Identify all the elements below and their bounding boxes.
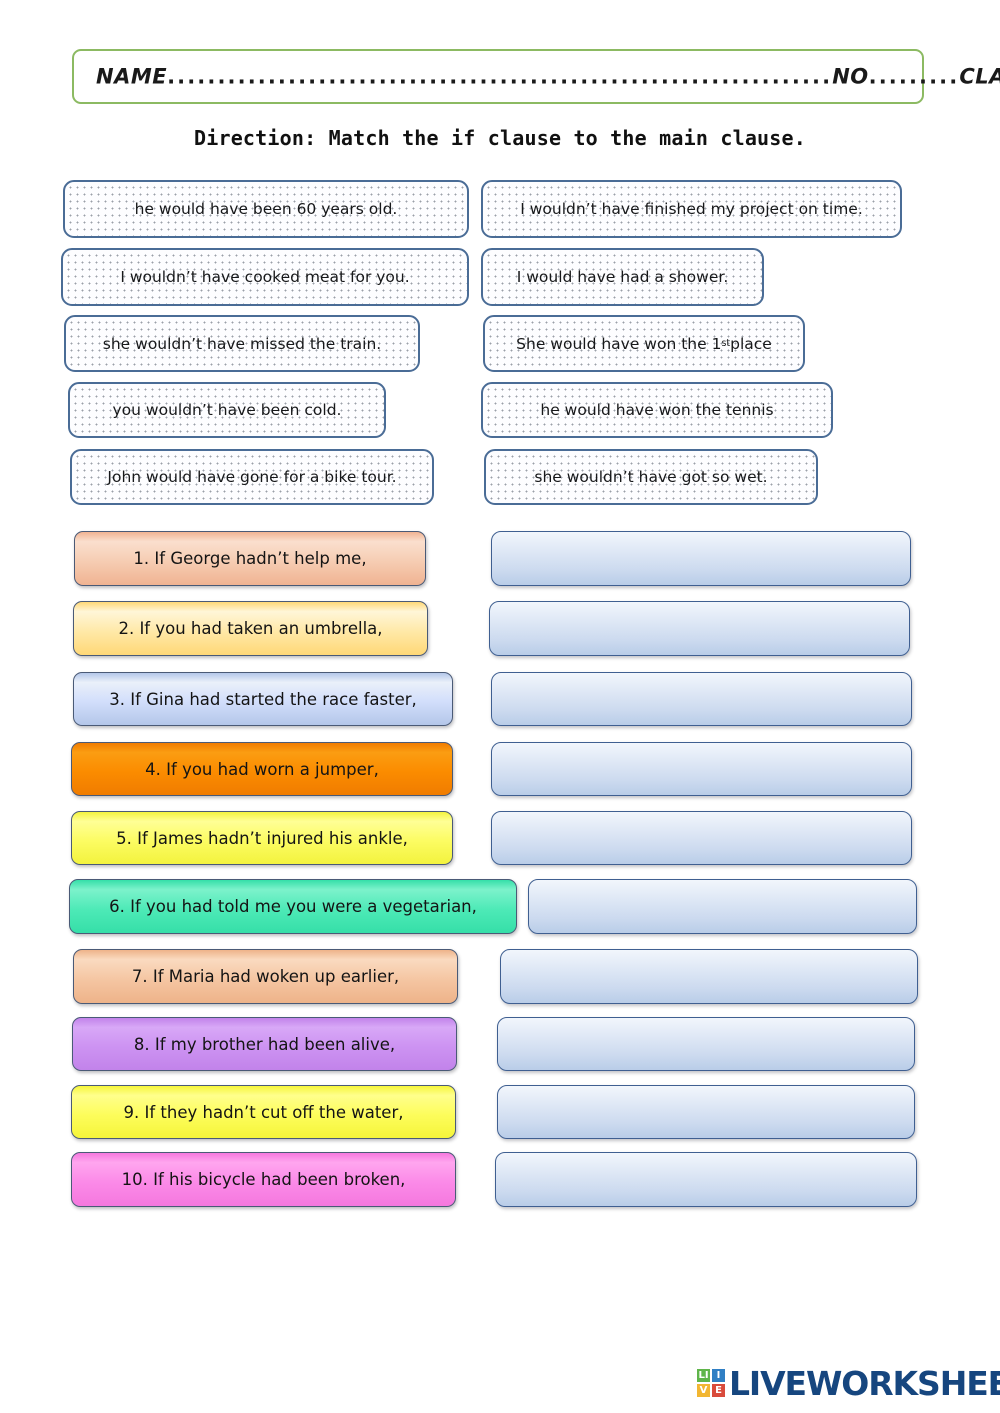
name-class-header-box: NAME....................................… [72,49,1000,104]
answer-drop-target[interactable] [528,879,917,934]
if-clause-prompt: 9. If they hadn’t cut off the water, [71,1085,456,1139]
if-clause-prompt: 10. If his bicycle had been broken, [71,1152,456,1207]
if-clause-prompt: 5. If James hadn’t injured his ankle, [71,811,453,865]
answer-drop-target[interactable] [491,811,912,865]
logo-tile-i: I [711,1368,726,1383]
class-label: CLASS [959,64,1000,89]
no-dots: ......... [868,64,960,89]
if-clause-prompt: 7. If Maria had woken up earlier, [73,949,458,1004]
name-class-line: NAME....................................… [96,64,1000,88]
logo-tile-v: V [696,1383,711,1398]
logo-tile-l: LI [696,1368,711,1383]
answer-tile[interactable]: he would have won the tennis [481,382,833,438]
answer-drop-target[interactable] [495,1152,917,1207]
answer-tile[interactable]: I wouldn’t have finished my project on t… [481,180,902,238]
answer-drop-target[interactable] [491,742,912,796]
answer-tile[interactable]: she wouldn’t have got so wet. [484,449,818,505]
answer-tile[interactable]: she wouldn’t have missed the train. [64,315,420,372]
if-clause-prompt: 8. If my brother had been alive, [72,1017,457,1071]
if-clause-prompt: 4. If you had worn a jumper, [71,742,453,796]
answer-drop-target[interactable] [491,531,911,586]
liveworksheets-logo-grid: LI I V E [696,1368,726,1398]
liveworksheets-logo: LI I V E LIVEWORKSHEETS [696,1363,1000,1403]
direction-instruction: Direction: Match the if clause to the ma… [193,126,807,150]
answer-tile[interactable]: I wouldn’t have cooked meat for you. [61,248,469,306]
logo-tile-e: E [711,1383,726,1398]
name-label: NAME [96,64,168,89]
answer-drop-target[interactable] [500,949,918,1004]
name-dots: ........................................… [167,64,833,89]
answer-tile[interactable]: I would have had a shower. [481,248,764,306]
logo-wordmark: LIVEWORKSHEETS [729,1363,1000,1403]
answer-drop-target[interactable] [497,1017,915,1071]
answer-drop-target[interactable] [497,1085,915,1139]
if-clause-prompt: 3. If Gina had started the race faster, [73,672,453,726]
answer-drop-target[interactable] [491,672,912,726]
answer-tile[interactable]: She would have won the 1st place [483,315,805,372]
no-label: NO [832,64,869,89]
answer-tile[interactable]: you wouldn’t have been cold. [68,382,386,438]
if-clause-prompt: 1. If George hadn’t help me, [74,531,426,586]
if-clause-prompt: 6. If you had told me you were a vegetar… [69,879,517,934]
answer-tile[interactable]: John would have gone for a bike tour. [70,449,434,505]
answer-drop-target[interactable] [489,601,910,656]
answer-tile[interactable]: he would have been 60 years old. [63,180,469,238]
if-clause-prompt: 2. If you had taken an umbrella, [73,601,428,656]
